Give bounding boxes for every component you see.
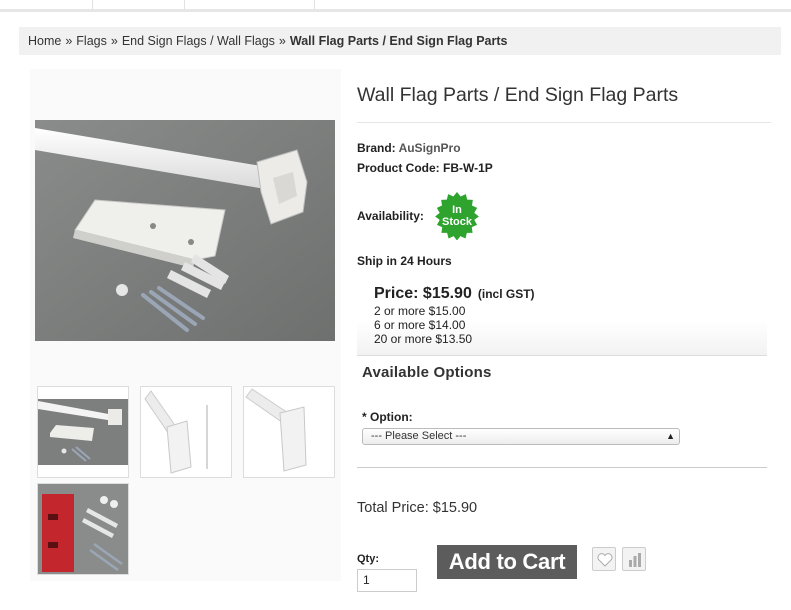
nav-segment[interactable]	[0, 0, 93, 9]
qty-label: Qty:	[357, 553, 379, 565]
brand-line: Brand: AuSignPro	[357, 141, 461, 155]
option-select-value: --- Please Select ---	[371, 430, 467, 442]
price-value: Price: $15.90	[374, 285, 472, 302]
product-code-value: FB-W-1P	[443, 161, 493, 175]
ship-time: 24 Hours	[400, 254, 452, 268]
breadcrumb-current: Wall Flag Parts / End Sign Flag Parts	[289, 34, 508, 48]
add-to-cart-button[interactable]: Add to Cart	[437, 545, 577, 579]
shipping-line: Ship in 24 Hours	[357, 254, 452, 268]
top-navigation-bar	[0, 0, 791, 12]
product-code-line: Product Code: FB-W-1P	[357, 161, 493, 175]
breadcrumb-separator: »	[65, 34, 73, 48]
stock-text-line1: In	[452, 204, 462, 216]
main-product-image[interactable]	[35, 120, 335, 341]
divider	[357, 467, 767, 468]
discount-tier: 20 or more $13.50	[374, 332, 473, 346]
breadcrumb-separator: »	[278, 34, 286, 48]
compare-button[interactable]	[622, 547, 646, 571]
stock-text-line2: Stock	[442, 216, 472, 228]
discount-tier: 2 or more $15.00	[374, 304, 466, 318]
total-price: Total Price: $15.90	[357, 500, 478, 516]
thumbnail-4[interactable]	[37, 483, 129, 575]
product-code-label: Product Code:	[357, 161, 440, 175]
divider	[357, 122, 771, 123]
thumbnail-3[interactable]	[243, 386, 335, 478]
breadcrumb-link-home[interactable]: Home	[28, 34, 61, 48]
nav-segment[interactable]	[185, 0, 315, 9]
price-line: Price: $15.90 (incl GST)	[374, 285, 535, 303]
breadcrumb: Home» Flags» End Sign Flags / Wall Flags» W…	[19, 27, 781, 55]
discount-tier: 6 or more $14.00	[374, 318, 466, 332]
qty-input[interactable]: 1	[357, 569, 417, 592]
availability-label: Availability:	[357, 209, 424, 223]
breadcrumb-separator: »	[110, 34, 118, 48]
breadcrumb-link-end-sign-flags[interactable]: End Sign Flags / Wall Flags	[122, 34, 275, 48]
heart-icon	[597, 553, 613, 567]
ship-prefix: Ship in	[357, 254, 397, 268]
price-box: Price: $15.90 (incl GST) 2 or more $15.00…	[357, 280, 767, 356]
brand-link[interactable]: AuSignPro	[399, 141, 461, 155]
option-select[interactable]: --- Please Select --- ▲︎	[362, 428, 680, 445]
bar-chart-icon	[629, 553, 641, 567]
breadcrumb-link-flags[interactable]: Flags	[76, 34, 107, 48]
up-down-arrow-icon: ▲︎	[666, 431, 675, 441]
option-label: * Option:	[362, 410, 413, 424]
in-stock-badge: In Stock	[433, 192, 481, 241]
available-options-title: Available Options	[362, 364, 492, 381]
stock-text: In Stock	[433, 204, 481, 228]
product-title: Wall Flag Parts / End Sign Flag Parts	[357, 84, 679, 106]
price-tax-note: (incl GST)	[477, 287, 535, 301]
nav-segment[interactable]	[93, 0, 185, 9]
wishlist-button[interactable]	[592, 547, 616, 571]
thumbnail-1[interactable]	[37, 386, 129, 478]
brand-label: Brand:	[357, 141, 396, 155]
thumbnail-2[interactable]	[140, 386, 232, 478]
